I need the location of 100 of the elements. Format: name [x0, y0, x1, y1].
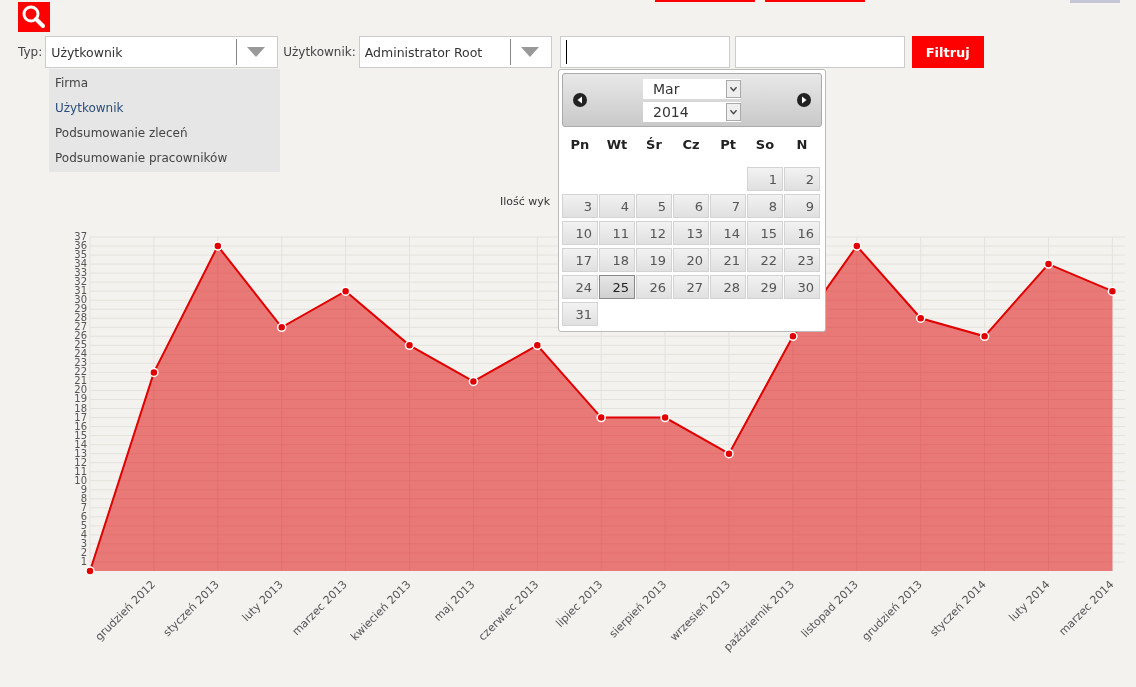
weekday-label: Cz	[681, 136, 701, 154]
axis-tick-label: 17	[74, 411, 87, 423]
chevron-icon	[726, 79, 741, 98]
dropdown-option[interactable]: Podsumowanie pracowników	[49, 146, 280, 171]
caret-icon	[247, 47, 266, 57]
weekday-label: So	[754, 136, 776, 154]
calendar-day[interactable]: 18	[599, 248, 635, 272]
axis-tick-label: 14	[74, 438, 87, 450]
calendar-day[interactable]: 14	[710, 221, 746, 245]
axis-tick-label: 22	[74, 366, 87, 378]
user-select[interactable]: Administrator Root	[358, 36, 552, 68]
calendar-day[interactable]: 25	[599, 275, 635, 299]
axis-tick-label: 28	[74, 312, 87, 324]
point	[468, 376, 479, 387]
point	[915, 313, 926, 323]
calendar-day[interactable]: 3	[562, 194, 598, 218]
calendar-day[interactable]: 31	[562, 302, 598, 326]
axis-tick-label: 15	[74, 429, 87, 441]
user-label: Użytkownik:	[283, 45, 356, 59]
axis-tick-label: 12	[74, 456, 87, 468]
axis-tick-label: 3	[80, 537, 87, 549]
axis-tick-label: 8	[80, 492, 87, 504]
dropdown-option[interactable]: Firma	[49, 71, 280, 96]
axis-tick-label: 29	[74, 303, 87, 315]
point	[852, 241, 862, 251]
point	[788, 331, 798, 342]
calendar-day[interactable]: 7	[710, 194, 746, 218]
point	[404, 340, 415, 351]
calendar-day[interactable]: 22	[747, 248, 783, 272]
date-to-field[interactable]	[734, 36, 905, 68]
axis-tick-label: 10	[74, 474, 87, 486]
calendar-day[interactable]: 1	[747, 167, 783, 191]
point	[149, 367, 159, 378]
calendar-day[interactable]: 30	[784, 275, 820, 299]
calendar-day[interactable]: 9	[784, 194, 820, 218]
calendar-day[interactable]: 6	[673, 194, 709, 218]
axis-tick-label: 19	[74, 393, 87, 405]
axis-tick-label: 24	[74, 348, 87, 360]
point	[85, 566, 95, 576]
calendar-day[interactable]: 10	[562, 221, 598, 245]
calendar-day[interactable]: 16	[784, 221, 820, 245]
axis-tick-label: 25	[74, 339, 87, 351]
calendar-day[interactable]: 28	[710, 275, 746, 299]
point	[213, 241, 223, 251]
search-icon[interactable]	[18, 2, 50, 32]
axis-tick-label: 23	[74, 357, 87, 369]
axis-tick-label: 36	[74, 240, 87, 252]
year-select[interactable]: 2014	[643, 101, 741, 122]
axis-tick-label: 4	[80, 528, 87, 540]
calendar-day[interactable]: 15	[747, 221, 783, 245]
calendar-day[interactable]: 20	[673, 248, 709, 272]
axis-tick-label: 18	[74, 402, 87, 414]
type-select[interactable]: Użytkownik	[45, 36, 279, 68]
calendar-day[interactable]: 21	[710, 248, 746, 272]
next-icon[interactable]	[797, 93, 811, 107]
calendar-day[interactable]: 13	[673, 221, 709, 245]
axis-tick-label: 32	[74, 276, 87, 288]
point	[596, 412, 606, 423]
calendar-day[interactable]: 29	[747, 275, 783, 299]
calendar-day[interactable]: 27	[673, 275, 709, 299]
calendar-day[interactable]: 26	[636, 275, 672, 299]
dropdown-option[interactable]: Podsumowanie zleceń	[49, 121, 280, 146]
filter-button[interactable]: Filtruj	[911, 36, 984, 68]
calendar-day[interactable]: 12	[636, 221, 672, 245]
calendar-day[interactable]: 19	[636, 248, 672, 272]
calendar-day[interactable]: 11	[599, 221, 635, 245]
axis-tick-label: 9	[80, 483, 87, 495]
type-label: Typ:	[18, 45, 43, 59]
calendar-day[interactable]: 4	[599, 194, 635, 218]
chart-title: Ilość wyk	[500, 195, 551, 208]
axis-tick-label: 30	[74, 294, 87, 306]
dropdown-option[interactable]: Użytkownik	[49, 96, 280, 121]
previous-icon[interactable]	[573, 93, 587, 107]
axis-tick-label: 21	[74, 375, 87, 387]
axis-tick-label: 6	[80, 510, 87, 522]
chevron-icon	[726, 102, 741, 121]
calendar-day[interactable]: 24	[562, 275, 598, 299]
calendar-day[interactable]: 17	[562, 248, 598, 272]
axis-tick-label: 2	[80, 546, 87, 558]
weekday-label: Śr	[645, 136, 663, 154]
axis-tick-label: 1	[80, 555, 87, 567]
point	[532, 340, 543, 351]
point	[276, 322, 287, 333]
axis-tick-label: 20	[74, 384, 87, 396]
calendar-day[interactable]: 8	[747, 194, 783, 218]
weekday-label: Pn	[569, 136, 591, 154]
axis-tick-label: 5	[80, 519, 87, 531]
point	[724, 448, 734, 459]
calendar-day[interactable]: 23	[784, 248, 820, 272]
month-select[interactable]: Mar	[643, 78, 741, 99]
date-from-field[interactable]	[559, 36, 730, 68]
calendar-day[interactable]: 5	[636, 194, 672, 218]
axis-tick-label: 13	[74, 447, 87, 459]
point	[1043, 259, 1054, 269]
user-widget[interactable]	[1070, 0, 1120, 3]
axis-tick-label: 26	[74, 330, 87, 342]
axis-tick-label: 27	[74, 321, 87, 333]
point	[1107, 286, 1118, 296]
calendar-day[interactable]: 2	[784, 167, 820, 191]
axis-tick-label: 11	[74, 465, 87, 477]
